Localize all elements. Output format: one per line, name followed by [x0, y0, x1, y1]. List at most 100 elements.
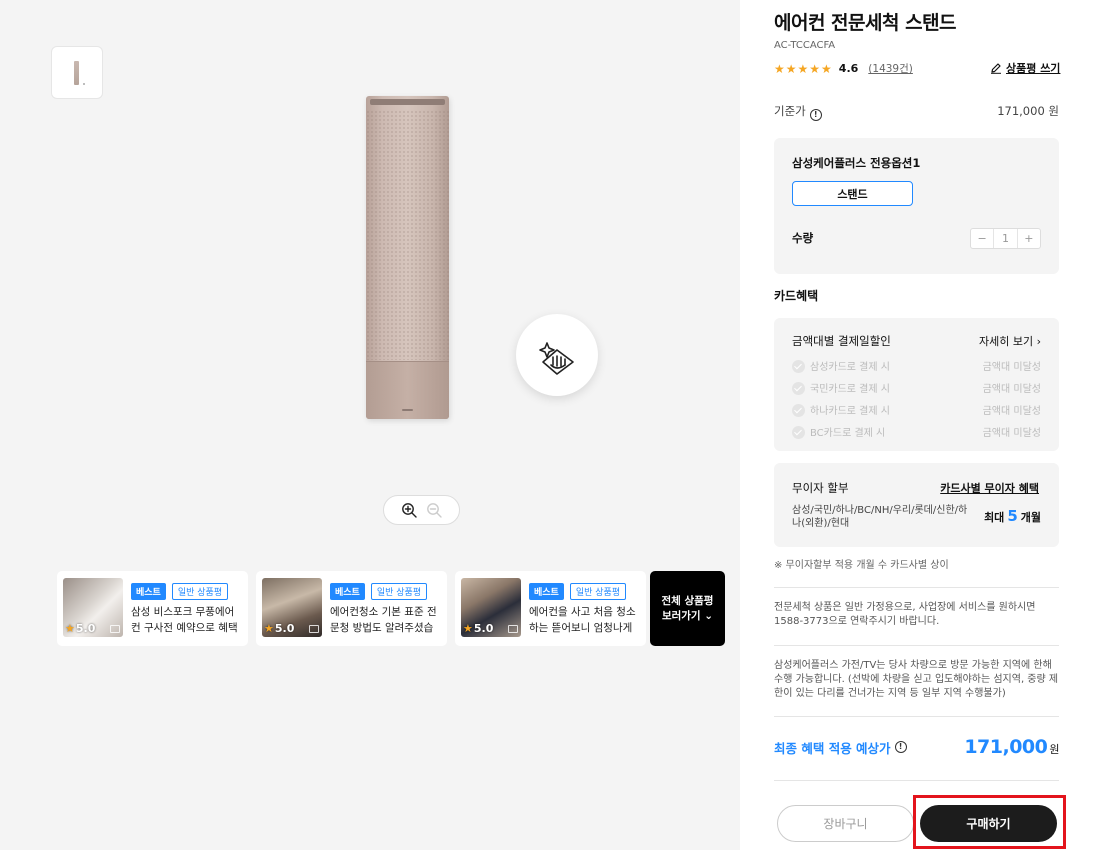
final-price-value: 171,000 [964, 736, 1048, 758]
card-row-status: 금액대 미달성 [982, 384, 1041, 395]
info-icon[interactable]: ! [809, 109, 822, 121]
star-icon: ★ [463, 622, 473, 635]
review-text: 삼성 비스포크 무풍에어컨 구사전 예약으로 혜택 받으... [131, 606, 238, 634]
card-details-link[interactable]: 자세히 보기 › [979, 333, 1041, 349]
currency-unit: 원 [1049, 743, 1059, 756]
gallery-thumbnail[interactable] [51, 46, 103, 99]
installment-max-prefix: 최대 [984, 511, 1005, 524]
final-price-label-wrap: 최종 혜택 적용 예상가! [774, 738, 907, 757]
card-row-status: 금액대 미달성 [982, 362, 1041, 373]
photo-icon [309, 625, 319, 633]
divider [774, 587, 1059, 588]
review-type-badge: 일반 상품평 [569, 583, 627, 600]
card-row-name: 하나카드로 결제 시 [810, 406, 890, 417]
write-review-label: 상품평 쓰기 [1006, 62, 1061, 75]
review-count-link[interactable]: (1439건) [868, 61, 913, 76]
review-photo: ★ 5.0 [461, 578, 521, 637]
product-top-vent [370, 99, 445, 105]
all-reviews-button[interactable]: 전체 상품평 보러가기 ⌄ [650, 571, 725, 646]
review-card[interactable]: ★ 5.0 베스트 일반 상품평 에어컨을 사고 처음 청소하는 뜯어보니 엄청나… [455, 571, 646, 646]
add-to-cart-button[interactable]: 장바구니 [777, 805, 914, 842]
card-row: 삼성카드로 결제 시 금액대 미달성 [792, 358, 1041, 373]
option-box: 삼성케어플러스 전용옵션1 스탠드 수량 − 1 + [774, 138, 1059, 274]
card-row: 국민카드로 결제 시 금액대 미달성 [792, 380, 1041, 395]
final-price-label: 최종 혜택 적용 예상가 [774, 740, 891, 756]
rating-score: 4.6 [838, 62, 859, 75]
card-row-name: BC카드로 결제 시 [810, 428, 886, 439]
star-icon: ★ [65, 622, 75, 635]
installment-max: 최대 5 개월 [984, 507, 1041, 525]
quantity-label: 수량 [792, 231, 814, 245]
zoom-out-icon[interactable] [426, 502, 442, 518]
card-row: BC카드로 결제 시 금액대 미달성 [792, 424, 1041, 439]
check-icon [792, 360, 805, 373]
installment-max-suffix: 개월 [1020, 511, 1041, 524]
rating-summary: ★★★★★ 4.6 (1439건) [774, 61, 913, 76]
quantity-minus-button[interactable]: − [971, 229, 993, 248]
card-row-name: 국민카드로 결제 시 [810, 384, 890, 395]
installment-title: 무이자 할부 [792, 481, 849, 495]
installment-box: 무이자 할부 카드사별 무이자 혜택 삼성/국민/하나/BC/NH/우리/롯데/… [774, 463, 1059, 547]
best-badge: 베스트 [529, 583, 564, 600]
card-row-status: 금액대 미달성 [982, 428, 1041, 439]
review-rating: ★ 5.0 [264, 622, 295, 635]
service-notice: 전문세척 상품은 일반 가정용으로, 사업장에 서비스를 원하시면 1588-3… [774, 602, 1036, 627]
review-card[interactable]: ★ 5.0 베스트 일반 상품평 삼성 비스포크 무풍에어컨 구사전 예약으로 혜… [57, 571, 248, 646]
check-icon [792, 382, 805, 395]
thumbnail-product-image [74, 61, 79, 85]
best-badge: 베스트 [330, 583, 365, 600]
card-row-status: 금액대 미달성 [982, 406, 1041, 417]
review-text: 에어컨을 사고 처음 청소하는 뜯어보니 엄청나게 더러웠... [529, 606, 636, 634]
review-rating: ★ 5.0 [463, 622, 494, 635]
zoom-in-icon[interactable] [401, 502, 417, 518]
option-title: 삼성케어플러스 전용옵션1 [792, 156, 921, 170]
purchase-panel: 에어컨 전문세척 스탠드 AC-TCCACFA ★★★★★ 4.6 (1439건… [740, 0, 1108, 850]
photo-icon [508, 625, 518, 633]
cleaning-service-icon [516, 314, 598, 396]
final-price-row: 최종 혜택 적용 예상가! 171,000 원 [774, 736, 1059, 758]
chevron-right-icon: › [1036, 335, 1041, 348]
divider [774, 780, 1059, 781]
card-row-name-wrap: BC카드로 결제 시 [792, 424, 885, 439]
model-number: AC-TCCACFA [774, 40, 836, 51]
card-details-label: 자세히 보기 [978, 335, 1034, 348]
card-row-name: 삼성카드로 결제 시 [810, 362, 890, 373]
product-grill [366, 110, 449, 360]
card-benefit-heading: 카드혜택 [774, 289, 819, 303]
star-icon: ★ [264, 622, 274, 635]
card-row: 하나카드로 결제 시 금액대 미달성 [792, 402, 1041, 417]
review-type-badge: 일반 상품평 [171, 583, 229, 600]
rating-stars: ★★★★★ [774, 61, 833, 76]
hand-wipe-icon [539, 342, 574, 375]
divider [774, 716, 1059, 717]
write-review-button[interactable]: 상품평 쓰기 [990, 60, 1060, 76]
buy-now-button[interactable]: 구매하기 [920, 805, 1057, 842]
installment-note: ※ 무이자할부 적용 개월 수 카드사별 상이 [774, 560, 949, 571]
divider [774, 645, 1059, 646]
option-stand-button[interactable]: 스탠드 [792, 181, 913, 206]
card-discount-box: 금액대별 결제일할인 자세히 보기 › 삼성카드로 결제 시 금액대 미달성 국… [774, 318, 1059, 451]
photo-icon [110, 625, 120, 633]
check-icon [792, 426, 805, 439]
base-price-label: 기준가 [774, 104, 806, 118]
base-price-value: 171,000 원 [997, 104, 1059, 118]
review-type-badge: 일반 상품평 [370, 583, 428, 600]
product-gallery: ★ 5.0 베스트 일반 상품평 삼성 비스포크 무풍에어컨 구사전 예약으로 혜… [0, 0, 740, 850]
quantity-plus-button[interactable]: + [1018, 229, 1040, 248]
visit-notice: 삼성케어플러스 가전/TV는 당사 차량으로 방문 가능한 지역에 한해 수행 … [774, 660, 1059, 699]
quantity-value[interactable]: 1 [993, 229, 1018, 248]
review-photo: ★ 5.0 [262, 578, 322, 637]
best-badge: 베스트 [131, 583, 166, 600]
final-price: 171,000 원 [964, 736, 1059, 758]
review-card[interactable]: ★ 5.0 베스트 일반 상품평 에어컨청소 기본 표준 전문청 방법도 알려주셨… [256, 571, 447, 646]
installment-max-months: 5 [1007, 507, 1018, 525]
card-row-name-wrap: 국민카드로 결제 시 [792, 380, 890, 395]
card-row-name-wrap: 하나카드로 결제 시 [792, 402, 890, 417]
installment-benefit-link[interactable]: 카드사별 무이자 혜택 [940, 480, 1039, 496]
info-icon[interactable]: ! [894, 741, 907, 753]
product-logo [402, 409, 413, 411]
zoom-controls [383, 495, 460, 525]
base-price-label-wrap: 기준가! [774, 103, 822, 121]
all-reviews-line2: 보러가기 ⌄ [661, 609, 714, 622]
check-icon [792, 404, 805, 417]
